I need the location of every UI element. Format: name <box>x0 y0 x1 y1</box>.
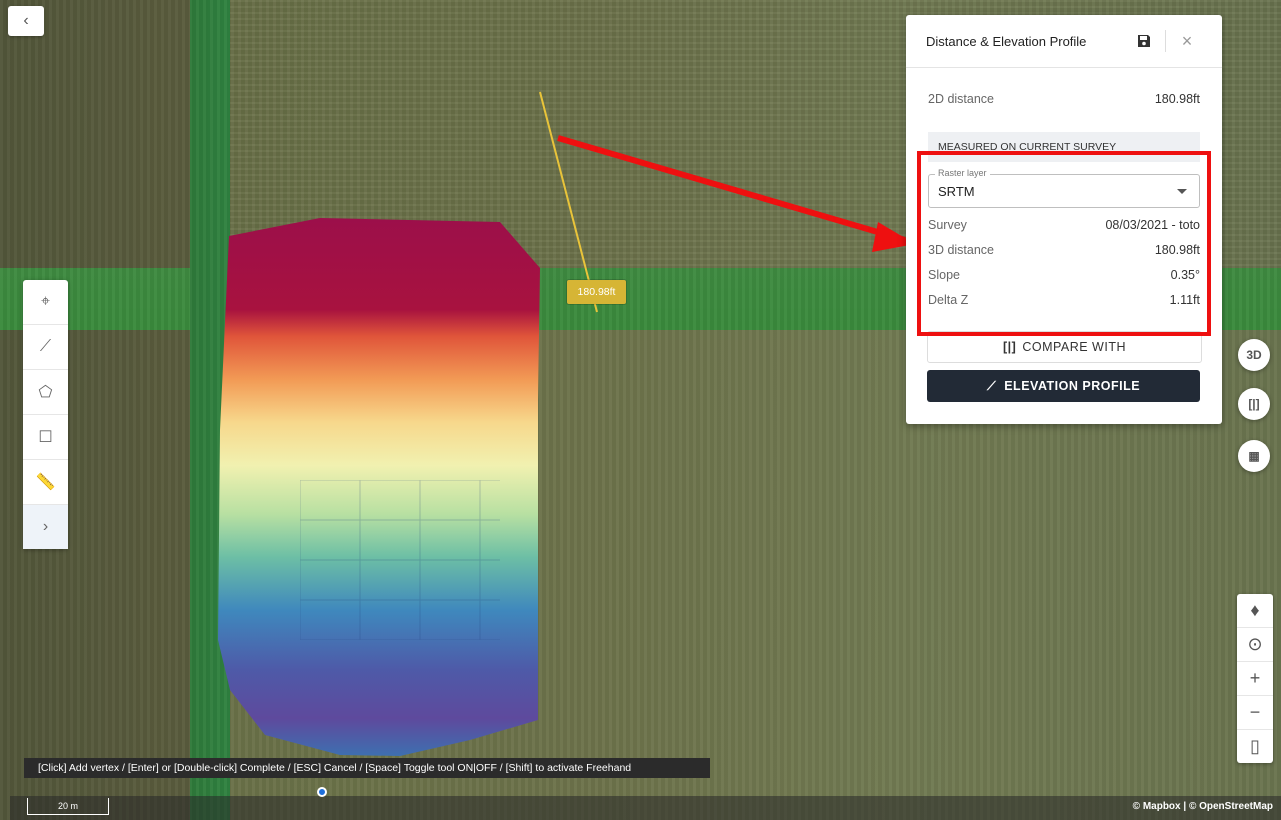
distance-elevation-panel: Distance & Elevation Profile × 2D distan… <box>906 15 1222 424</box>
collapse-panel-button[interactable]: ‹ <box>8 6 44 36</box>
map-attribution[interactable]: © Mapbox | © OpenStreetMap <box>1133 801 1273 812</box>
save-icon[interactable] <box>1129 26 1159 56</box>
layer-pin-icon: ▦ <box>1248 449 1260 463</box>
slope-value: 0.35° <box>1170 267 1200 282</box>
zoom-to-extent-button[interactable]: ⊙ <box>1237 628 1273 662</box>
distance-3d-label: 3D distance <box>928 242 995 257</box>
3d-toggle[interactable]: 3D <box>1238 339 1270 371</box>
zoom-controls: ♦ ⊙ + − ▯ <box>1237 594 1273 763</box>
polygon-tool[interactable]: ⬠ <box>23 370 68 415</box>
elevation-profile-label: ELEVATION PROFILE <box>1004 379 1141 393</box>
survey-label: Survey <box>928 217 967 232</box>
compare-with-label: COMPARE WITH <box>1022 340 1126 354</box>
compass-button[interactable]: ♦ <box>1237 594 1273 628</box>
3d-icon: 3D <box>1246 348 1262 362</box>
map-footer <box>10 796 1281 820</box>
polyline-icon: ⟋ <box>39 338 52 355</box>
survey-value: 08/03/2021 - toto <box>1105 217 1200 232</box>
delta-z-value: 1.11ft <box>1169 292 1200 307</box>
distance-2d-row: 2D distance 180.98ft <box>906 86 1222 112</box>
zoom-in-button[interactable]: + <box>1237 662 1273 696</box>
measurement-details: Survey 08/03/2021 - toto 3D distance 180… <box>906 212 1222 312</box>
distance-3d-row: 3D distance 180.98ft <box>906 237 1222 262</box>
slope-row: Slope 0.35° <box>906 262 1222 287</box>
polygon-icon: ⬠ <box>38 384 53 401</box>
compare-with-button[interactable]: [|] COMPARE WITH <box>927 331 1202 363</box>
drawing-toolbar: ⌖ ⟋ ⬠ ☐ 📏 › <box>23 280 68 549</box>
raster-layer-value: SRTM <box>938 184 975 199</box>
slope-label: Slope <box>928 267 960 282</box>
layers-toggle[interactable]: ▦ <box>1238 440 1270 472</box>
plus-icon: + <box>1249 668 1261 688</box>
minus-icon: − <box>1249 702 1261 722</box>
chevron-left-icon: ‹ <box>23 12 29 29</box>
callout-arrow <box>557 135 906 243</box>
measurement-label: 180.98ft <box>567 280 626 304</box>
close-icon[interactable]: × <box>1172 26 1202 56</box>
map-icon: ▯ <box>1250 736 1260 756</box>
line-tool[interactable]: ⟋ <box>23 325 68 370</box>
ruler-icon: 📏 <box>35 474 56 491</box>
ruler-tool[interactable]: 📏 <box>23 460 68 505</box>
basemap-button[interactable]: ▯ <box>1237 730 1273 763</box>
survey-row: Survey 08/03/2021 - toto <box>906 212 1222 237</box>
distance-3d-value: 180.98ft <box>1154 242 1200 257</box>
square-icon: ☐ <box>38 429 53 446</box>
caret-down-icon <box>1177 189 1187 194</box>
raster-layer-label: Raster layer <box>935 168 990 178</box>
compare-icon: [|] <box>1002 340 1017 354</box>
crosshair-icon: ⌖ <box>40 293 50 310</box>
panel-title: Distance & Elevation Profile <box>926 33 1087 49</box>
compare-toggle[interactable]: [|] <box>1238 388 1270 420</box>
zoom-extent-icon: ⊙ <box>1247 634 1263 654</box>
location-dot <box>317 787 327 797</box>
delta-z-label: Delta Z <box>928 292 969 307</box>
panel-header: Distance & Elevation Profile × <box>906 15 1222 68</box>
rectangle-tool[interactable]: ☐ <box>23 415 68 460</box>
measurement-line <box>539 91 598 313</box>
zoom-out-button[interactable]: − <box>1237 696 1273 730</box>
raster-layer-select[interactable]: Raster layer SRTM <box>928 168 1200 208</box>
compare-icon: [|] <box>1248 397 1260 411</box>
compass-icon: ♦ <box>1250 600 1260 620</box>
elevation-profile-button[interactable]: ⟋ ELEVATION PROFILE <box>927 370 1200 402</box>
distance-2d-label: 2D distance <box>928 92 995 106</box>
scale-bar: 20 m <box>27 798 109 815</box>
point-tool[interactable]: ⌖ <box>23 280 68 325</box>
header-divider <box>1165 30 1166 52</box>
measured-section-header: MEASURED ON CURRENT SURVEY <box>928 132 1200 162</box>
trend-line-icon: ⟋ <box>986 378 997 393</box>
keyboard-hint-bar: [Click] Add vertex / [Enter] or [Double-… <box>24 758 710 778</box>
delta-z-row: Delta Z 1.11ft <box>906 287 1222 312</box>
expand-toolbar[interactable]: › <box>23 505 68 549</box>
distance-2d-value: 180.98ft <box>1154 92 1200 106</box>
chevron-right-icon: › <box>42 518 49 535</box>
